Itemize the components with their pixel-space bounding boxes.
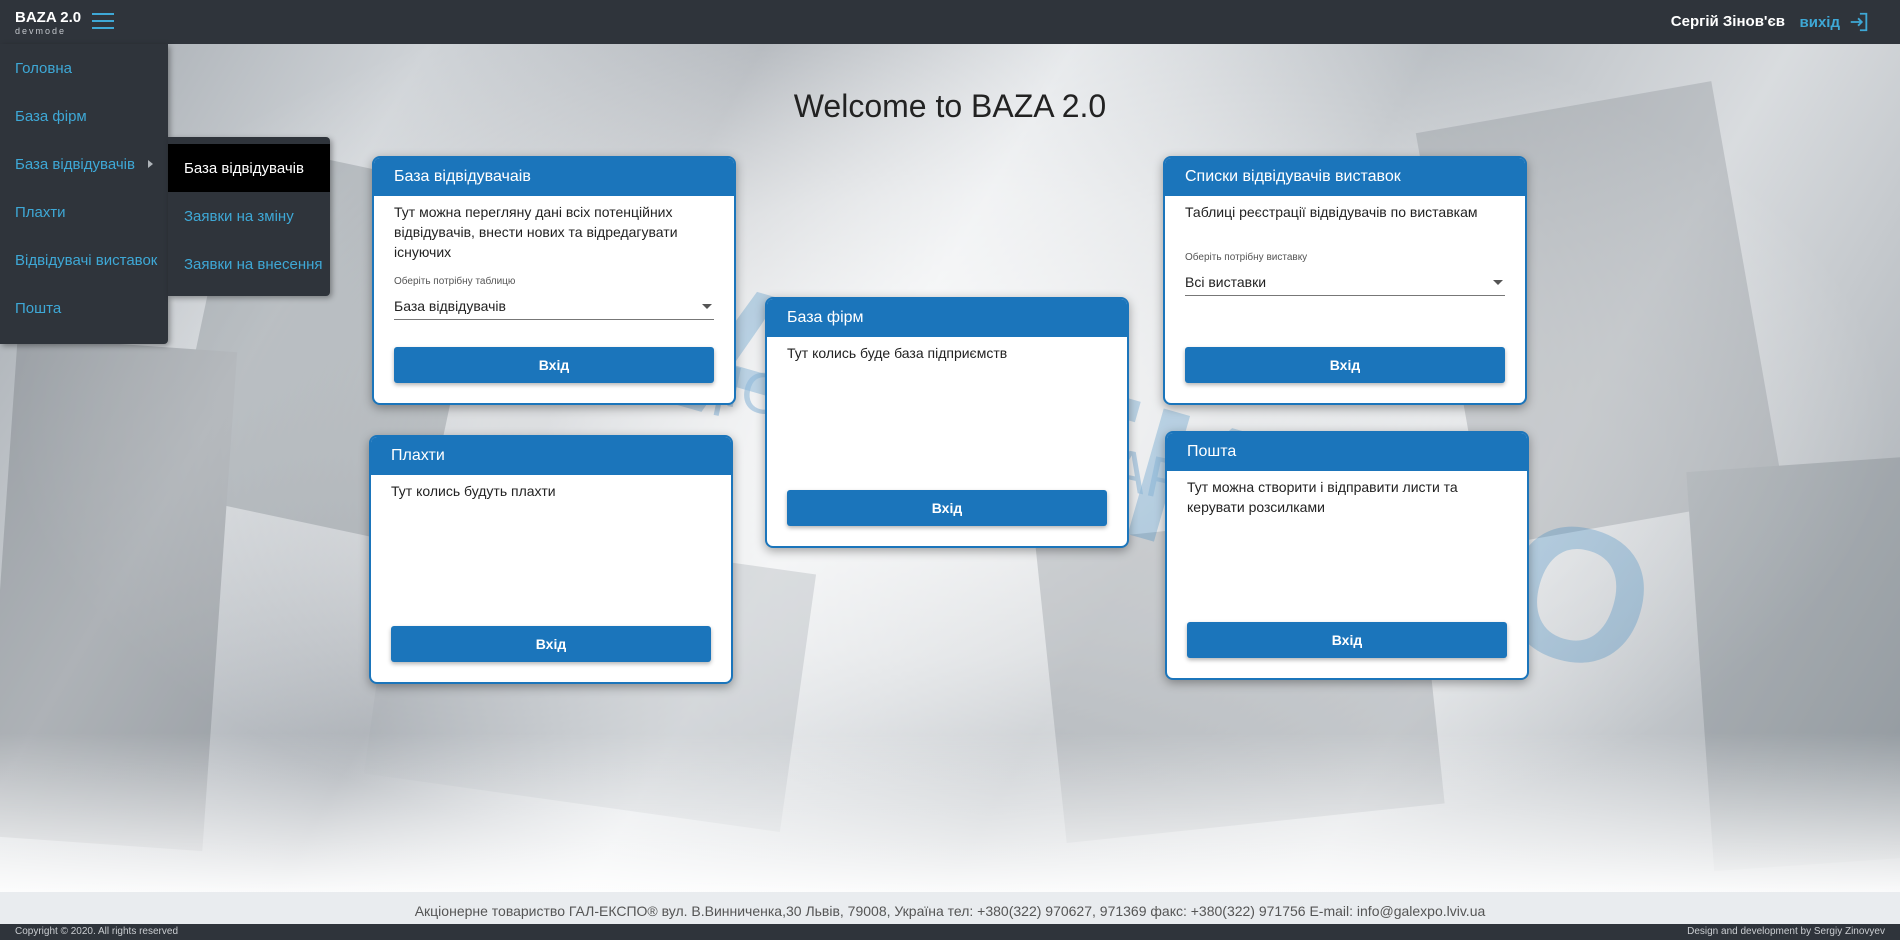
select-value: База відвідувачів (394, 298, 506, 314)
card-title: Списки відвідувачів виставок (1165, 158, 1525, 196)
footer: Copyright © 2020. All rights reserved De… (0, 924, 1900, 940)
card-title: Плахти (371, 437, 731, 475)
exhibition-select[interactable]: Всі виставки (1185, 270, 1505, 296)
sidebar-item-label: Плахти (15, 203, 66, 221)
submenu-item-label: База відвідувачів (184, 159, 304, 177)
sidebar-item-label: Відвідувачі виставок (15, 251, 158, 269)
sidebar-item-visitors[interactable]: База відвідувачів (0, 140, 168, 188)
card-firms: База фірм Тут колись буде база підприємс… (765, 297, 1129, 548)
design-credit: Design and development by Sergiy Zinovye… (1687, 926, 1885, 937)
enter-button[interactable]: Вхід (394, 347, 714, 383)
table-select[interactable]: База відвідувачів (394, 294, 714, 320)
card-mail: Пошта Тут можна створити і відправити ли… (1165, 431, 1529, 680)
card-title: Пошта (1167, 433, 1527, 471)
visitors-submenu: База відвідувачів Заявки на зміну Заявки… (168, 137, 330, 296)
card-description: Тут колись буде база підприємств (787, 345, 1008, 361)
card-description: Таблиці реєстрації відвідувачів по виста… (1185, 204, 1478, 220)
background-fade (0, 732, 1900, 892)
user-name: Сергій Зінов'єв (1670, 13, 1785, 30)
dropdown-arrow-icon (1493, 280, 1503, 285)
card-description: Тут можна створити і відправити листи та… (1187, 479, 1458, 515)
company-info: Акціонерне товариство ГАЛ-ЕКСПО® вул. В.… (414, 903, 1486, 919)
sidebar-item-plakhty[interactable]: Плахти (0, 188, 168, 236)
sidebar-item-home[interactable]: Головна (0, 44, 168, 92)
select-label: Оберіть потрібну виставку (1185, 252, 1308, 263)
select-label: Оберіть потрібну таблицю (394, 276, 516, 287)
top-navbar: BAZA 2.0 devmode Сергій Зінов'єв вихід (0, 0, 1900, 44)
copyright-text: Copyright © 2020. All rights reserved (15, 926, 179, 937)
enter-button[interactable]: Вхід (1185, 347, 1505, 383)
brand-subtitle: devmode (15, 26, 67, 36)
chevron-right-icon (148, 160, 153, 168)
enter-button[interactable]: Вхід (391, 626, 711, 662)
card-description: Тут колись будуть плахти (391, 483, 556, 499)
enter-button[interactable]: Вхід (1187, 622, 1507, 658)
card-title: База фірм (767, 299, 1127, 337)
sidebar-item-label: База відвідувачів (15, 155, 135, 173)
menu-icon[interactable] (92, 13, 114, 31)
sidebar-item-label: Головна (15, 59, 72, 77)
card-plakhty: Плахти Тут колись будуть плахти Вхід (369, 435, 733, 684)
submenu-item-label: Заявки на зміну (184, 207, 294, 225)
page-title: Welcome to BAZA 2.0 (793, 88, 1107, 124)
submenu-item-visitors-base[interactable]: База відвідувачів (168, 144, 330, 192)
brand-title: BAZA 2.0 (15, 9, 82, 26)
card-exhibition-lists: Списки відвідувачів виставок Таблиці реє… (1163, 156, 1527, 405)
submenu-item-label: Заявки на внесення (184, 255, 323, 273)
enter-button[interactable]: Вхід (787, 490, 1107, 526)
card-visitors: База відвідувачаів Тут можна переглянy д… (372, 156, 736, 405)
sidebar-item-mail[interactable]: Пошта (0, 284, 168, 332)
submenu-item-add-requests[interactable]: Заявки на внесення (168, 240, 330, 288)
dropdown-arrow-icon (702, 304, 712, 309)
logout-button[interactable]: вихід (1800, 11, 1870, 33)
submenu-item-change-requests[interactable]: Заявки на зміну (168, 192, 330, 240)
logout-icon (1850, 12, 1868, 32)
sidebar-item-label: Пошта (15, 299, 62, 317)
sidebar-item-exhibition-visitors[interactable]: Відвідувачі виставок (0, 236, 168, 284)
card-description: Тут можна переглянy дані всіх потенційни… (394, 204, 678, 260)
card-title: База відвідувачаів (374, 158, 734, 196)
select-value: Всі виставки (1185, 274, 1267, 290)
brand-logo[interactable]: BAZA 2.0 devmode (15, 10, 81, 36)
logout-label: вихід (1799, 13, 1840, 31)
